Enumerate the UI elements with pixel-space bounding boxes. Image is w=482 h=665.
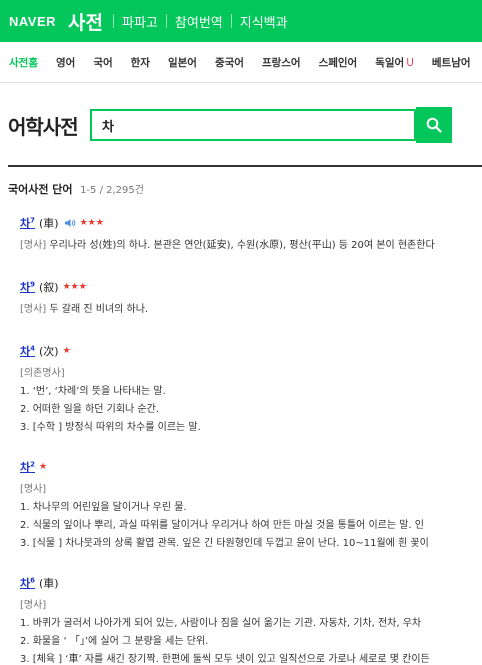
entry-word[interactable]: 차9 xyxy=(20,279,35,295)
participation-translation-link[interactable]: 참여번역 xyxy=(175,12,223,31)
speaker-icon[interactable] xyxy=(64,218,76,228)
tab-japanese[interactable]: 일본어 xyxy=(168,55,197,70)
definition-line: 2. 식물의 잎이나 뿌리, 과실 따위를 달이거나 우리거나 하여 만든 마실… xyxy=(20,520,424,531)
divider xyxy=(8,165,482,167)
entry-hanja: (次) xyxy=(39,345,59,358)
part-of-speech: [명사] xyxy=(20,484,47,495)
definition-line: [명사] 두 갈래 진 비녀의 하나. xyxy=(20,304,149,315)
section-header: 국어사전 단어 1-5 / 2,295건 xyxy=(8,181,482,197)
tab-hanja[interactable]: 한자 xyxy=(131,55,150,70)
entry-word[interactable]: 차7 xyxy=(20,215,35,231)
entry: 차2 ★ [명사] 1. 차나무의 어린잎을 달이거나 우린 물. 2. 식물의… xyxy=(20,459,482,549)
section-title[interactable]: 국어사전 단어 xyxy=(8,183,73,196)
entry-word[interactable]: 차6 xyxy=(20,575,35,591)
header: NAVER 사전 파파고 참여번역 지식백과 xyxy=(0,0,482,42)
entry: 차4 (次) ★ [의존명사] 1. ‘번’, ‘차례’의 뜻을 나타내는 말.… xyxy=(20,343,482,433)
entry: 차7 (車) ★★★ [명사] 우리나라 성(姓)의 하나. 본관은 연안(延安… xyxy=(20,215,482,251)
definition-line: 3. [체육 ] ‘車’ 자를 새긴 장기짝. 한편에 둘씩 모두 넷이 있고 … xyxy=(20,654,430,665)
search-title: 어학사전 xyxy=(8,114,79,139)
language-tabs: 사전홈 영어 국어 한자 일본어 중국어 프랑스어 스페인어 독일어 U 베트남어 xyxy=(0,42,482,83)
naver-logo[interactable]: NAVER xyxy=(9,14,56,29)
part-of-speech: [의존명사] xyxy=(20,368,65,379)
tab-korean[interactable]: 국어 xyxy=(93,55,112,70)
divider xyxy=(230,14,232,28)
search-input[interactable] xyxy=(100,116,404,134)
search-box xyxy=(90,109,416,141)
search-button[interactable] xyxy=(416,107,452,143)
search-area: 어학사전 xyxy=(0,107,482,143)
entry-hanja: (車) xyxy=(39,217,59,230)
importance-stars: ★★★ xyxy=(79,218,104,228)
definition-line: 2. 어떠한 일을 하던 기회나 순간. xyxy=(20,404,160,415)
definition-line: [명사] 우리나라 성(姓)의 하나. 본관은 연안(延安), 수원(水原), … xyxy=(20,240,435,251)
knowledge-encyclopedia-link[interactable]: 지식백과 xyxy=(240,12,288,31)
definition-line: 1. ‘번’, ‘차례’의 뜻을 나타내는 말. xyxy=(20,386,166,397)
definition-line: 3. [식물 ] 차나뭇과의 상록 활엽 관목. 잎은 긴 타원형인데 두껍고 … xyxy=(20,538,429,549)
papago-link[interactable]: 파파고 xyxy=(122,12,158,31)
tab-chinese[interactable]: 중국어 xyxy=(215,55,244,70)
tab-english[interactable]: 영어 xyxy=(56,55,75,70)
definition-line: 3. [수학 ] 방정식 따위의 차수를 이르는 말. xyxy=(20,422,201,433)
result-count: 1-5 / 2,295건 xyxy=(80,185,144,196)
tab-german[interactable]: 독일어 U xyxy=(375,55,414,70)
tab-spanish[interactable]: 스페인어 xyxy=(319,55,358,70)
tab-home[interactable]: 사전홈 xyxy=(9,55,38,70)
definition-line: 1. 바퀴가 굴러서 나아가게 되어 있는, 사람이나 짐을 실어 옮기는 기관… xyxy=(20,618,422,629)
importance-stars: ★ xyxy=(39,462,48,472)
definition-line: 2. 화물을 ‘ 「」’에 실어 그 분량을 세는 단위. xyxy=(20,636,209,647)
divider xyxy=(165,14,167,28)
definition-line: 1. 차나무의 어린잎을 달이거나 우린 물. xyxy=(20,502,187,513)
update-badge: U xyxy=(406,56,414,69)
importance-stars: ★ xyxy=(62,346,71,356)
part-of-speech: [명사] xyxy=(20,600,47,611)
importance-stars: ★★★ xyxy=(62,282,87,292)
dictionary-title[interactable]: 사전 xyxy=(68,8,103,35)
tab-french[interactable]: 프랑스어 xyxy=(262,55,301,70)
tab-vietnamese[interactable]: 베트남어 xyxy=(432,55,471,70)
divider xyxy=(113,14,115,28)
entry: 차6 (車) [명사] 1. 바퀴가 굴러서 나아가게 되어 있는, 사람이나 … xyxy=(20,575,482,665)
search-icon xyxy=(426,117,442,133)
entry-hanja: (叙) xyxy=(39,281,59,294)
entry-hanja: (車) xyxy=(39,577,59,590)
tab-german-label: 독일어 xyxy=(375,56,405,69)
entry: 차9 (叙) ★★★ [명사] 두 갈래 진 비녀의 하나. xyxy=(20,279,482,315)
entry-word[interactable]: 차4 xyxy=(20,343,35,359)
entry-word[interactable]: 차2 xyxy=(20,459,35,475)
